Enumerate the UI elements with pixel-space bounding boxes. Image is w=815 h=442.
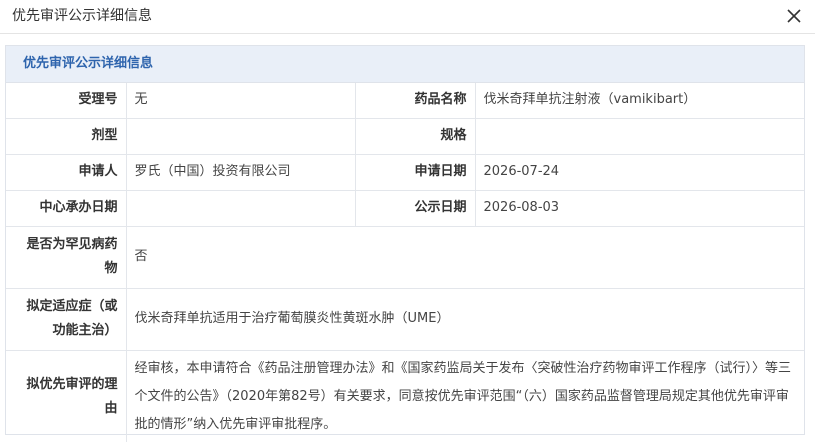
close-button[interactable]	[785, 7, 803, 25]
dialog-title: 优先审评公示详细信息	[12, 8, 152, 24]
reason-label: 拟优先审评的理由	[6, 349, 127, 442]
dialog-header: 优先审评公示详细信息	[0, 0, 815, 34]
table-row: 是否为罕见病药物 否	[6, 225, 804, 289]
dosage-form-value	[125, 117, 356, 155]
publish-date-label: 公示日期	[354, 189, 476, 227]
center-date-value	[125, 189, 356, 227]
dosage-form-label: 剂型	[6, 117, 127, 155]
table-row: 剂型 规格	[6, 117, 804, 155]
spec-label: 规格	[354, 117, 476, 155]
apply-date-value: 2026-07-24	[474, 153, 804, 191]
detail-table: 受理号 无 药品名称 伐米奇拜单抗注射液（vamikibart） 剂型 规格 申…	[6, 83, 804, 442]
table-row: 申请人 罗氏（中国）投资有限公司 申请日期 2026-07-24	[6, 153, 804, 191]
accept-no-label: 受理号	[6, 83, 127, 119]
publish-date-value: 2026-08-03	[474, 189, 804, 227]
drug-name-value: 伐米奇拜单抗注射液（vamikibart）	[474, 83, 804, 119]
table-row: 中心承办日期 公示日期 2026-08-03	[6, 189, 804, 227]
applicant-label: 申请人	[6, 153, 127, 191]
detail-panel: 优先审评公示详细信息 受理号 无 药品名称 伐米奇拜单抗注射液（vamikiba…	[5, 45, 805, 442]
rare-disease-label: 是否为罕见病药物	[6, 225, 127, 289]
table-row: 拟定适应症（或功能主治） 伐米奇拜单抗适用于治疗葡萄膜炎性黄斑水肿（UME）	[6, 287, 804, 351]
indication-value: 伐米奇拜单抗适用于治疗葡萄膜炎性黄斑水肿（UME）	[125, 287, 804, 351]
indication-label: 拟定适应症（或功能主治）	[6, 287, 127, 351]
accept-no-value: 无	[125, 83, 356, 119]
close-icon[interactable]	[785, 7, 803, 25]
apply-date-label: 申请日期	[354, 153, 476, 191]
drug-name-label: 药品名称	[354, 83, 476, 119]
spec-value	[474, 117, 804, 155]
reason-value: 经审核，本申请符合《药品注册管理办法》和《国家药监局关于发布〈突破性治疗药物审评…	[125, 349, 804, 442]
rare-disease-value: 否	[125, 225, 804, 289]
table-row: 拟优先审评的理由 经审核，本申请符合《药品注册管理办法》和《国家药监局关于发布〈…	[6, 349, 804, 442]
table-row: 受理号 无 药品名称 伐米奇拜单抗注射液（vamikibart）	[6, 83, 804, 119]
panel-heading: 优先审评公示详细信息	[6, 46, 804, 83]
center-date-label: 中心承办日期	[6, 189, 127, 227]
applicant-value: 罗氏（中国）投资有限公司	[125, 153, 356, 191]
